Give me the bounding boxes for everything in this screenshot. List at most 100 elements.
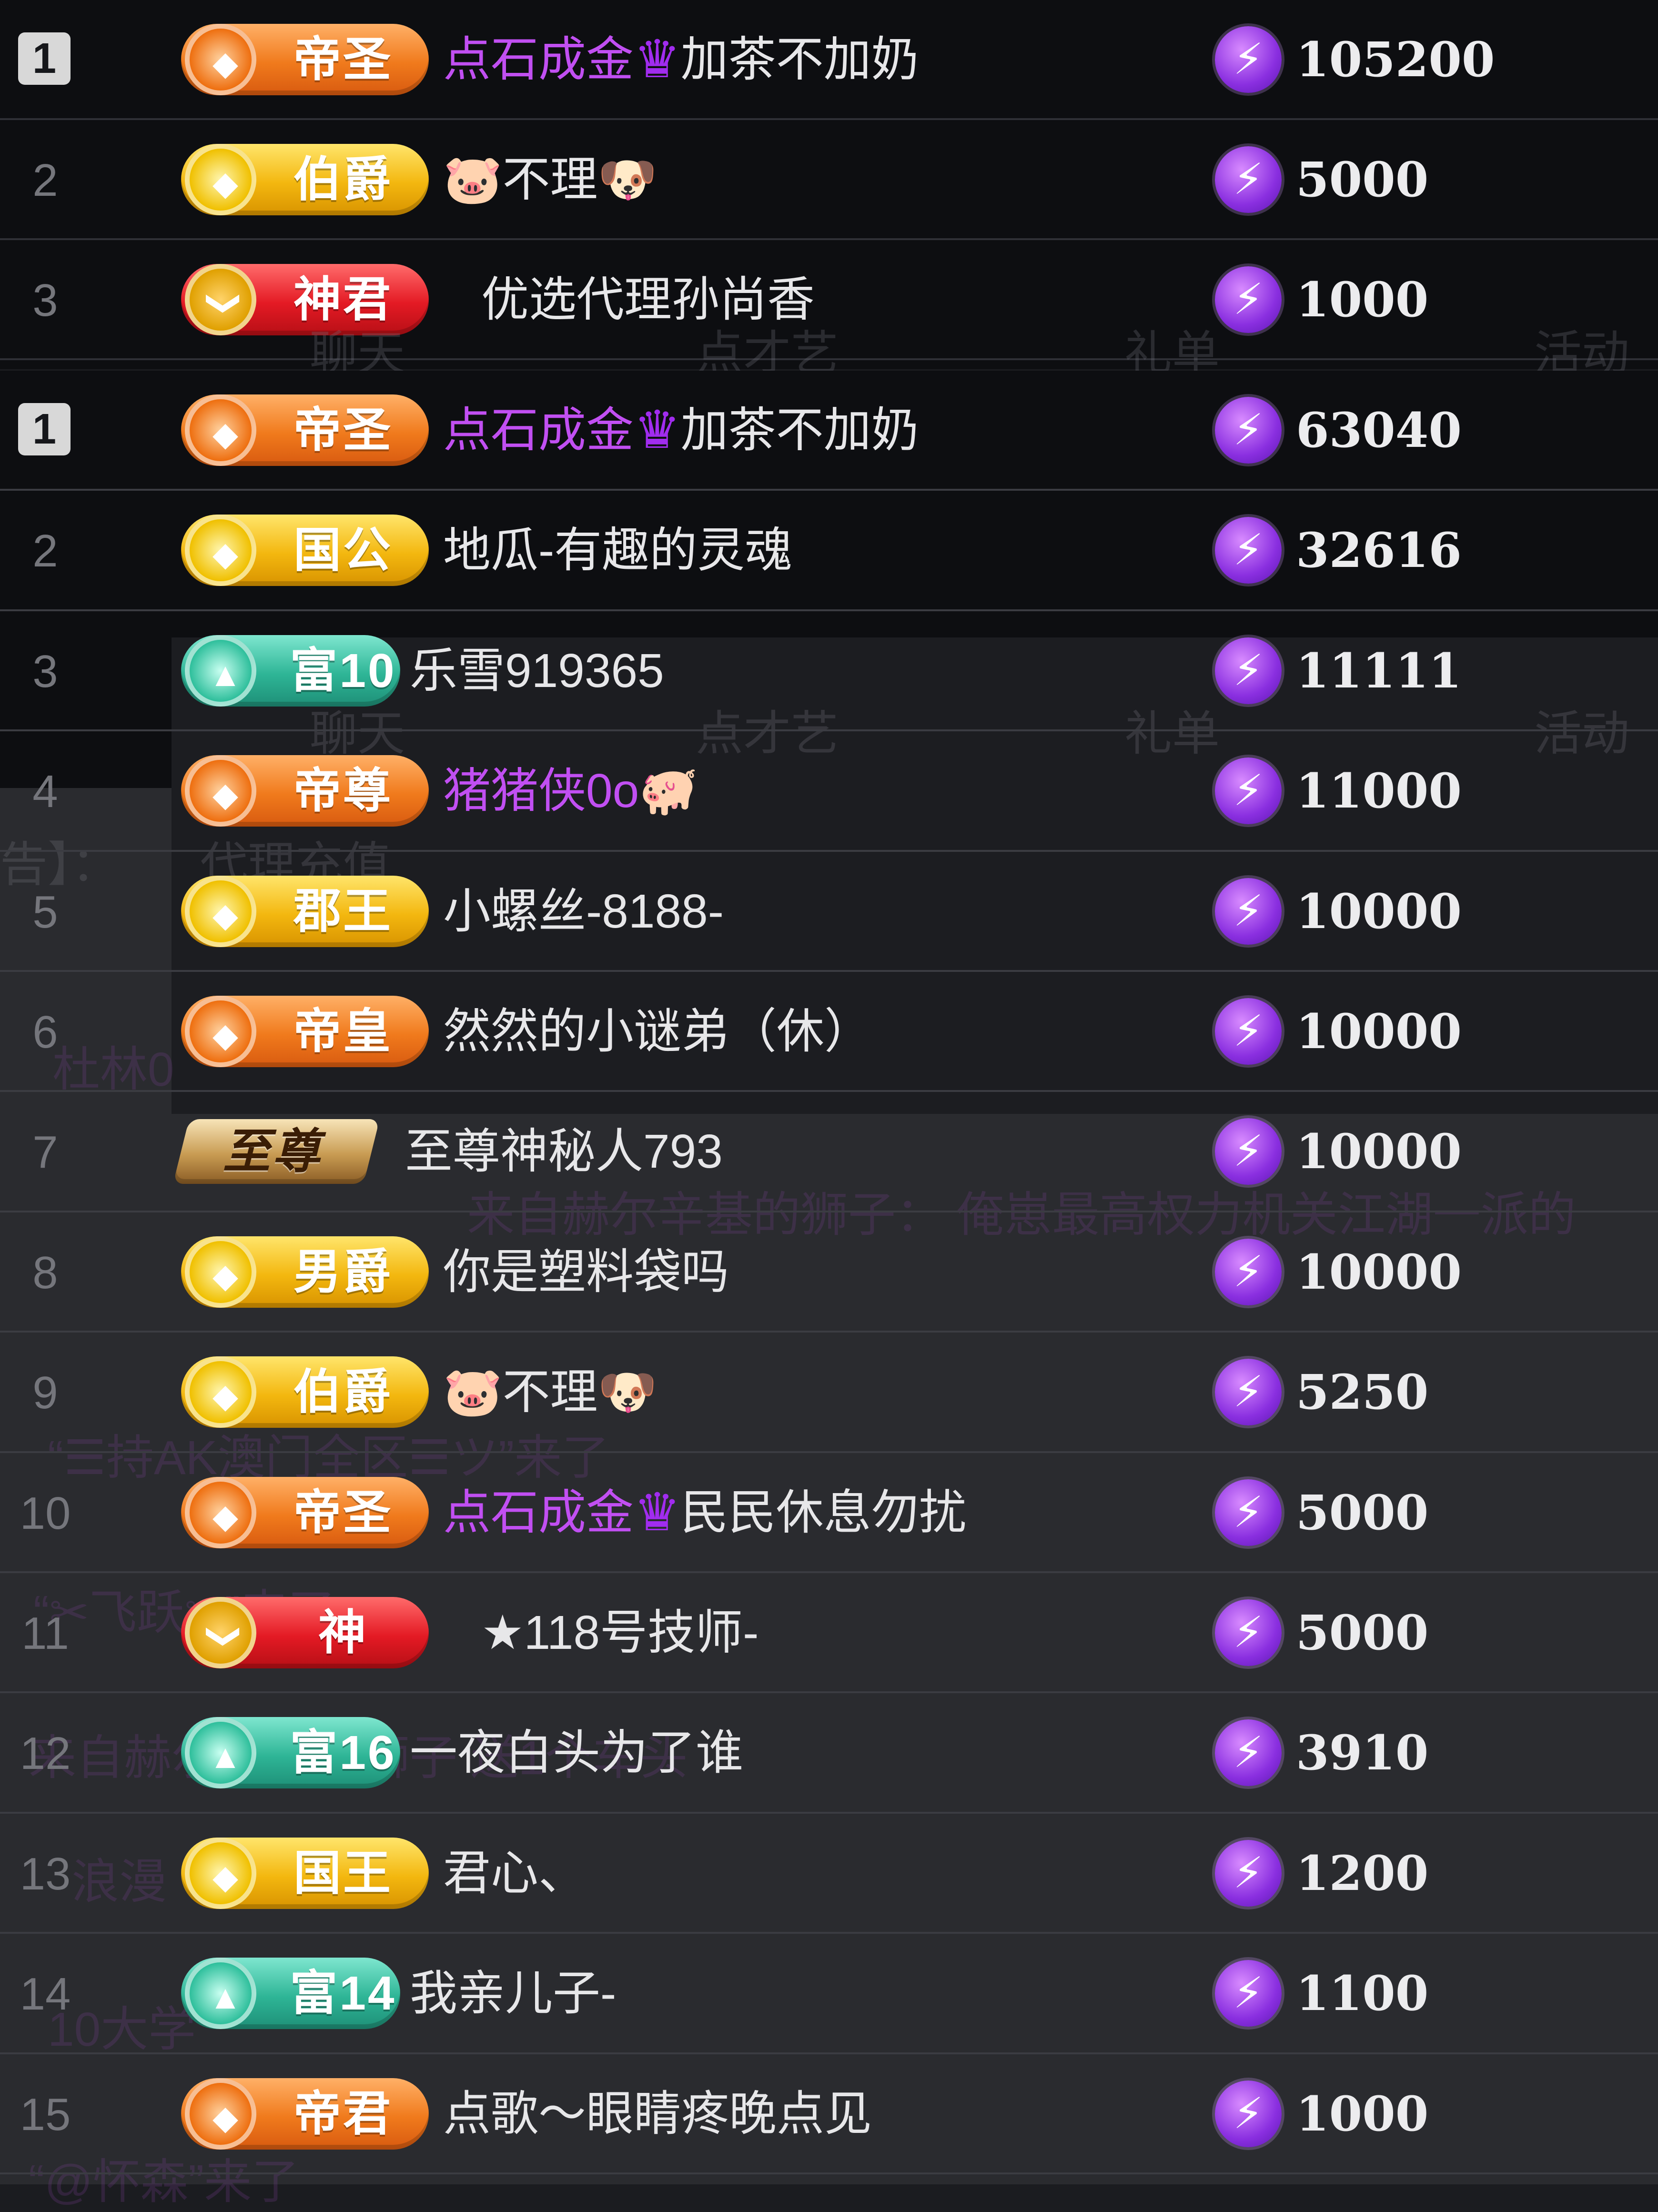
user-name[interactable]: 至尊神秘人793 xyxy=(405,1121,723,1182)
user-name[interactable]: 君心、 xyxy=(443,1842,586,1904)
name-text: 🐷不理🐶 xyxy=(443,153,657,206)
level-badge: ◆ 国王 xyxy=(181,1837,429,1909)
badge-label: 神 xyxy=(318,1606,368,1659)
ranking-row[interactable]: 4 ◆ 帝尊猪猪侠0o🐖 11000 xyxy=(0,731,1658,852)
ranking-row[interactable]: 12 ▲ 富16 一夜白头为了谁 3910 xyxy=(0,1693,1658,1814)
lightning-coin-icon xyxy=(1215,1599,1282,1666)
lightning-coin-icon xyxy=(1215,998,1282,1065)
ranking-row[interactable]: 1 ◆ 帝圣点石成金♛加茶不加奶 105200 xyxy=(0,0,1658,120)
main-ranking-panel: 聊天 点才艺 礼单 活动 告】： 代理充值 杜林0 来自赫尔辛基的狮子： 俺崽最… xyxy=(0,371,1658,2209)
badge-label: 男爵 xyxy=(293,1245,393,1299)
user-name[interactable]: 🐷不理🐶 xyxy=(443,149,657,211)
contribution-score: 1200 xyxy=(1296,1845,1429,1901)
ranking-row[interactable]: 10 ◆ 帝圣点石成金♛民民休息勿扰 5000 xyxy=(0,1453,1658,1573)
user-name[interactable]: 一夜白头为了谁 xyxy=(410,1722,743,1784)
level-badge: ◆ 帝尊 xyxy=(181,755,429,827)
badge-label: 帝君 xyxy=(293,2087,393,2141)
badge-emblem-icon: ◆ xyxy=(185,144,256,215)
rank-number: 3 xyxy=(32,275,58,326)
name-text: 民民休息勿扰 xyxy=(680,1485,967,1539)
level-badge: ◆ 帝皇 xyxy=(181,996,429,1067)
ranking-row[interactable]: 1 ◆ 帝圣点石成金♛加茶不加奶 63040 xyxy=(0,371,1658,491)
name-text: 小螺丝-8188- xyxy=(443,884,724,938)
user-name[interactable]: 然然的小谜弟（休） xyxy=(443,1000,872,1062)
user-name[interactable]: 小螺丝-8188- xyxy=(443,880,724,942)
user-name[interactable]: 点石成金♛加茶不加奶 xyxy=(443,29,919,91)
ranking-row[interactable]: 9 ◆ 伯爵 🐷不理🐶 5250 xyxy=(0,1333,1658,1453)
contribution-score: 11111 xyxy=(1296,642,1462,699)
ranking-row[interactable]: 13 ◆ 国王君心、 1200 xyxy=(0,1814,1658,1934)
rank-number: 3 xyxy=(32,646,58,697)
badge-emblem-icon: ◆ xyxy=(185,2078,256,2150)
user-name[interactable]: 乐雪919365 xyxy=(410,640,664,702)
contribution-score: 105200 xyxy=(1296,31,1495,88)
lightning-coin-icon xyxy=(1215,397,1282,464)
rank-number: 15 xyxy=(20,2089,71,2140)
user-name[interactable]: 点歌～眼睛疼晚点见 xyxy=(443,2083,872,2145)
ranking-row[interactable]: 3 ▲ 富10 乐雪919365 11111 xyxy=(0,611,1658,732)
badge-emblem-icon: ◆ xyxy=(185,996,256,1067)
rank-number: 1 xyxy=(18,403,71,455)
ranking-row[interactable]: 11❯神★118号技师-5000 xyxy=(0,1573,1658,1694)
user-name[interactable]: ★118号技师- xyxy=(481,1602,758,1664)
name-text: ★118号技师- xyxy=(481,1606,759,1659)
rank-number: 7 xyxy=(32,1127,58,1178)
badge-emblem-icon: ◆ xyxy=(185,394,256,466)
lightning-coin-icon xyxy=(1215,266,1282,333)
level-badge: ◆ 帝圣 xyxy=(181,394,429,466)
ranking-row[interactable]: 5 ◆ 郡王小螺丝-8188- 10000 xyxy=(0,852,1658,972)
level-badge: 至尊 xyxy=(173,1119,380,1184)
badge-emblem-icon: ◆ xyxy=(185,755,256,827)
user-name[interactable]: 点石成金♛民民休息勿扰 xyxy=(443,1482,967,1544)
contribution-score: 3910 xyxy=(1296,1725,1429,1781)
name-prefix: 点石成金 xyxy=(443,1485,634,1539)
contribution-score: 1000 xyxy=(1296,2085,1429,2142)
lightning-coin-icon xyxy=(1215,878,1282,945)
level-badge: ◆ 男爵 xyxy=(181,1236,429,1308)
name-text: 乐雪919365 xyxy=(410,644,664,697)
rank-number: 2 xyxy=(32,525,58,577)
ranking-row[interactable]: 2 ◆ 伯爵 🐷不理🐶 5000 xyxy=(0,120,1658,240)
contribution-score: 10000 xyxy=(1296,1243,1462,1300)
badge-label: 郡王 xyxy=(293,884,393,938)
badge-label: 帝圣 xyxy=(293,33,393,86)
lightning-coin-icon xyxy=(1215,1839,1282,1907)
ranking-row[interactable]: 7 至尊 至尊神秘人793 10000 xyxy=(0,1092,1658,1212)
badge-label: 帝圣 xyxy=(293,1485,393,1539)
rank-number: 2 xyxy=(32,155,58,206)
badge-emblem-icon: ◆ xyxy=(185,1236,256,1308)
ranking-row[interactable]: 14 ▲ 富14 我亲儿子- 1100 xyxy=(0,1934,1658,2054)
name-text: 点歌～眼睛疼晚点见 xyxy=(443,2087,872,2141)
user-name[interactable]: 你是塑料袋吗 xyxy=(443,1241,729,1303)
lightning-coin-icon xyxy=(1215,26,1282,93)
contribution-score: 32616 xyxy=(1296,522,1462,579)
badge-emblem-icon: ◆ xyxy=(185,515,256,586)
user-name[interactable]: 🐷不理🐶 xyxy=(443,1361,657,1423)
crown-icon: ♛ xyxy=(634,30,681,89)
crown-icon: ♛ xyxy=(634,1483,681,1542)
user-name[interactable]: 猪猪侠0o🐖 xyxy=(443,760,698,822)
lightning-coin-icon xyxy=(1215,1359,1282,1426)
level-badge: ◆ 帝君 xyxy=(181,2078,429,2150)
name-text: 一夜白头为了谁 xyxy=(410,1726,743,1780)
contribution-score: 1100 xyxy=(1296,1965,1429,2022)
rank-number: 5 xyxy=(32,886,58,938)
ranking-row[interactable]: 15 ◆ 帝君点歌～眼睛疼晚点见 1000 xyxy=(0,2054,1658,2174)
top-ranking-panel: 1◆帝圣点石成金♛加茶不加奶1052002◆伯爵🐷不理🐶50003❯神君优选代理… xyxy=(0,0,1658,380)
level-badge: ◆ 郡王 xyxy=(181,875,429,947)
lightning-coin-icon xyxy=(1215,1960,1282,2027)
name-prefix: 点石成金 xyxy=(443,404,634,457)
user-name[interactable]: 我亲儿子- xyxy=(410,1962,616,2024)
badge-label: 帝皇 xyxy=(293,1005,393,1058)
lightning-coin-icon xyxy=(1215,1238,1282,1305)
contribution-score: 5250 xyxy=(1296,1364,1429,1421)
level-badge: ▲ 富10 xyxy=(181,635,400,707)
badge-label: 伯爵 xyxy=(293,1365,393,1419)
ranking-row[interactable]: 6 ◆ 帝皇然然的小谜弟（休） 10000 xyxy=(0,972,1658,1092)
user-name[interactable]: 地瓜-有趣的灵魂 xyxy=(443,519,792,581)
user-name[interactable]: 点石成金♛加茶不加奶 xyxy=(443,399,919,461)
ranking-row[interactable]: 2 ◆ 国公地瓜-有趣的灵魂 32616 xyxy=(0,491,1658,611)
contribution-score: 1000 xyxy=(1296,272,1429,328)
ranking-row[interactable]: 8 ◆ 男爵你是塑料袋吗 10000 xyxy=(0,1212,1658,1333)
badge-emblem-icon: ◆ xyxy=(185,1356,256,1428)
